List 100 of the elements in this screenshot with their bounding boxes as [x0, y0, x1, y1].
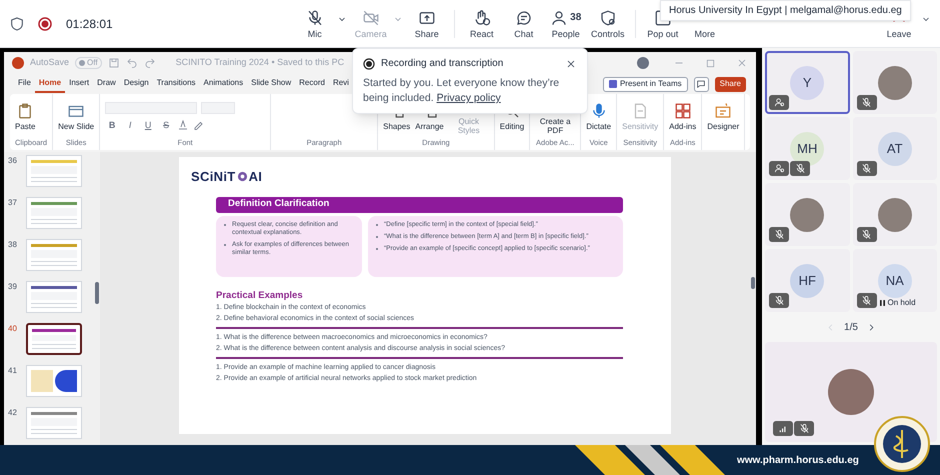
section-title: Practical Examples: [216, 288, 304, 302]
gear-logo-icon: [236, 171, 248, 182]
ribbon-button[interactable]: Add-ins: [669, 102, 696, 130]
avatar-initials: NA: [878, 264, 912, 298]
person-glyph-icon: [774, 97, 784, 108]
ribbon-button[interactable]: Paste: [15, 102, 36, 130]
slide-number: 38: [8, 239, 18, 251]
chat-button[interactable]: Chat: [502, 8, 545, 38]
teams-icon: [608, 80, 617, 88]
muted-mic-icon: [306, 8, 324, 26]
comments-button[interactable]: [694, 76, 709, 92]
slide-number: 37: [8, 197, 18, 209]
muted-mic-glyph-icon: [774, 295, 784, 306]
slide-number: 40: [8, 323, 18, 335]
shield-icon: [9, 16, 25, 32]
slide-number: 41: [8, 365, 18, 377]
shield-icon: [598, 8, 617, 26]
react-button[interactable]: React: [460, 8, 503, 38]
grid-icon: [674, 102, 692, 120]
heading-bar: Definition Clarification: [216, 196, 623, 212]
ribbon-button[interactable]: Dictate: [586, 102, 612, 130]
autosave-label: AutoSave: [30, 56, 70, 70]
format-button[interactable]: I: [123, 118, 138, 130]
close-icon: [565, 58, 577, 70]
share-button[interactable]: Share: [406, 8, 448, 38]
participant-tile[interactable]: AT: [852, 117, 937, 180]
ribbon-tab[interactable]: Animations: [200, 75, 248, 93]
popup-title: Recording and transcription: [381, 57, 504, 71]
controls-button[interactable]: Controls: [586, 8, 629, 38]
seal-emblem-icon: [874, 416, 930, 472]
website-url: www.pharm.horus.edu.eg: [737, 454, 859, 468]
present-in-teams-button[interactable]: Present in Teams: [602, 76, 688, 92]
slide-number: 36: [8, 155, 18, 167]
muted-mic-glyph-icon: [861, 295, 872, 306]
participant-tile[interactable]: NA On hold: [852, 249, 937, 312]
hand-icon: [472, 8, 491, 26]
slide-number: 42: [8, 407, 18, 419]
people-button[interactable]: 38 People: [544, 8, 587, 38]
avatar-initials: MH: [790, 132, 824, 166]
privacy-policy-link[interactable]: Privacy policy: [436, 92, 501, 104]
muted-mic-glyph-icon: [774, 229, 784, 240]
ribbon-tab[interactable]: Record: [295, 75, 329, 93]
slide-thumbnail[interactable]: [26, 323, 82, 355]
font-name-field[interactable]: [105, 102, 198, 114]
powerpoint-logo-icon: [12, 57, 24, 69]
ribbon-tab[interactable]: Design: [120, 75, 153, 93]
chat-icon: [514, 8, 533, 26]
ribbon-tab[interactable]: Insert: [65, 75, 94, 93]
ribbon-tab[interactable]: Slide Show: [247, 75, 296, 93]
muted-mic-glyph-icon: [798, 423, 810, 434]
font-size-field[interactable]: [201, 102, 236, 114]
redo-icon: [144, 57, 156, 69]
muted-mic-glyph-icon: [861, 97, 872, 108]
participant-tile[interactable]: MH: [765, 117, 850, 180]
logo-text: AI: [248, 168, 262, 186]
avatar-initials: HF: [790, 264, 824, 298]
ribbon-tab[interactable]: Draw: [93, 75, 120, 93]
slide-number: 39: [8, 281, 18, 293]
participant-tile[interactable]: Y: [765, 51, 850, 114]
person-glyph-icon: [774, 163, 784, 174]
ribbon-tab[interactable]: File: [14, 75, 35, 93]
photo-placeholder: [828, 369, 874, 415]
avatar-initials: AT: [878, 132, 912, 166]
camera-off-icon: [362, 8, 380, 26]
participant-tile[interactable]: HF: [765, 249, 850, 312]
scrollbar-thumb[interactable]: [751, 277, 755, 289]
logo-text: SCiNiT: [191, 168, 236, 186]
muted-mic-glyph-icon: [861, 229, 872, 240]
profile-avatar[interactable]: [637, 57, 649, 69]
muted-mic-glyph-icon: [861, 163, 872, 174]
photo-placeholder: [878, 198, 912, 232]
ribbon-tab[interactable]: Revi: [328, 75, 353, 93]
ribbon-button[interactable]: Designer: [707, 102, 740, 130]
designer-icon: [714, 102, 732, 120]
meeting-timer: 01:28:01: [66, 16, 113, 32]
format-button[interactable]: S: [159, 118, 174, 130]
maximize-icon: [705, 58, 716, 68]
ribbon-tab[interactable]: Transitions: [152, 75, 200, 93]
participant-tile[interactable]: [852, 183, 937, 246]
format-button[interactable]: B: [105, 118, 120, 130]
save-icon: [108, 57, 120, 69]
status-text: On hold: [888, 298, 916, 307]
participant-tile[interactable]: [852, 51, 937, 114]
ribbon-button[interactable]: New Slide: [58, 102, 94, 130]
scrollbar-thumb[interactable]: [95, 282, 99, 304]
photo-placeholder: [790, 198, 824, 232]
document-title: SCINITO Training 2024 • Saved to this PC: [176, 56, 344, 70]
close-button[interactable]: [565, 58, 577, 70]
comment-icon: [696, 79, 706, 89]
undo-icon: [126, 57, 138, 69]
muted-mic-glyph-icon: [794, 163, 806, 174]
mic-button[interactable]: Mic: [294, 8, 336, 38]
page-indicator: 1/5: [844, 320, 858, 334]
person-icon: [550, 8, 568, 26]
participant-tile[interactable]: [765, 183, 850, 246]
photo-placeholder: [878, 66, 912, 100]
format-button[interactable]: U: [141, 118, 156, 130]
share-button[interactable]: Share: [714, 76, 746, 92]
close-icon: [736, 57, 748, 69]
popup-message: Started by you. Let everyone know they’re being included. Privacy policy: [363, 76, 560, 106]
